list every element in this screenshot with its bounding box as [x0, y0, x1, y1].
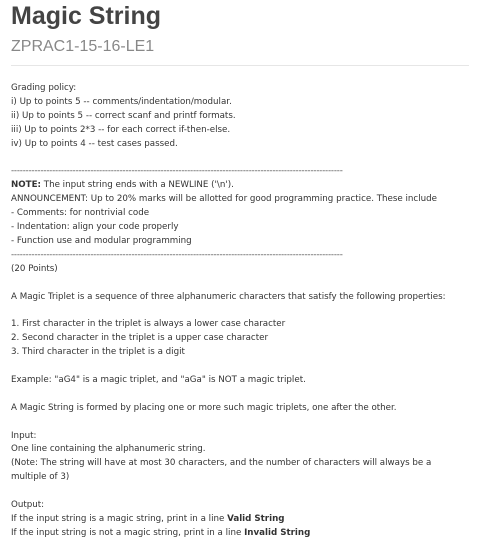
intro-paragraph: A Magic Triplet is a sequence of three a…: [11, 291, 446, 302]
points-line: (20 Points): [11, 263, 58, 274]
separator-line: ----------------------------------------…: [11, 166, 343, 177]
announcement-item: - Indentation: align your code properly: [11, 222, 179, 233]
output-valid-value: Valid String: [227, 513, 285, 524]
example-paragraph: Example: "aG4" is a magic triplet, and "…: [11, 374, 306, 385]
grading-item: ii) Up to points 5 -- correct scanf and …: [11, 110, 236, 121]
output-valid-prefix: If the input string is a magic string, p…: [11, 513, 228, 524]
output-invalid-prefix: If the input string is not a magic strin…: [11, 527, 245, 538]
page-title: Magic String: [11, 2, 162, 30]
problem-page: Magic String ZPRAC1-15-16-LE1 Grading po…: [11, 0, 469, 541]
header-divider: [11, 65, 469, 66]
announcement-item: - Comments: for nontrivial code: [11, 208, 150, 219]
output-invalid-line: If the input string is not a magic strin…: [11, 527, 469, 541]
problem-statement: Grading policy: i) Up to points 5 -- com…: [11, 82, 469, 541]
property-item: 3. Third character in the triplet is a d…: [11, 347, 185, 358]
note-label: NOTE:: [11, 180, 41, 191]
input-line: One line containing the alphanumeric str…: [11, 444, 206, 455]
output-heading: Output:: [11, 500, 45, 511]
output-valid-line: If the input string is a magic string, p…: [11, 513, 469, 527]
input-note: (Note: The string will have at most 30 c…: [11, 458, 432, 483]
grading-item: iii) Up to points 2*3 -- for each correc…: [11, 124, 231, 135]
note-line: NOTE: The input string ends with a NEWLI…: [11, 179, 469, 193]
problem-code: ZPRAC1-15-16-LE1: [11, 38, 155, 55]
separator-line: ----------------------------------------…: [11, 249, 343, 260]
announcement-item: - Function use and modular programming: [11, 235, 192, 246]
grading-item: i) Up to points 5 -- comments/indentatio…: [11, 96, 232, 107]
announcement-line: ANNOUNCEMENT: Up to 20% marks will be al…: [11, 194, 437, 205]
note-text: The input string ends with a NEWLINE ('\…: [41, 180, 234, 191]
output-invalid-value: Invalid String: [244, 527, 311, 538]
grading-heading: Grading policy:: [11, 83, 77, 93]
property-item: 2. Second character in the triplet is a …: [11, 333, 269, 344]
property-item: 1. First character in the triplet is alw…: [11, 319, 286, 330]
input-heading: Input:: [11, 430, 37, 441]
magic-string-paragraph: A Magic String is formed by placing one …: [11, 402, 397, 413]
grading-item: iv) Up to points 4 -- test cases passed.: [11, 138, 178, 149]
